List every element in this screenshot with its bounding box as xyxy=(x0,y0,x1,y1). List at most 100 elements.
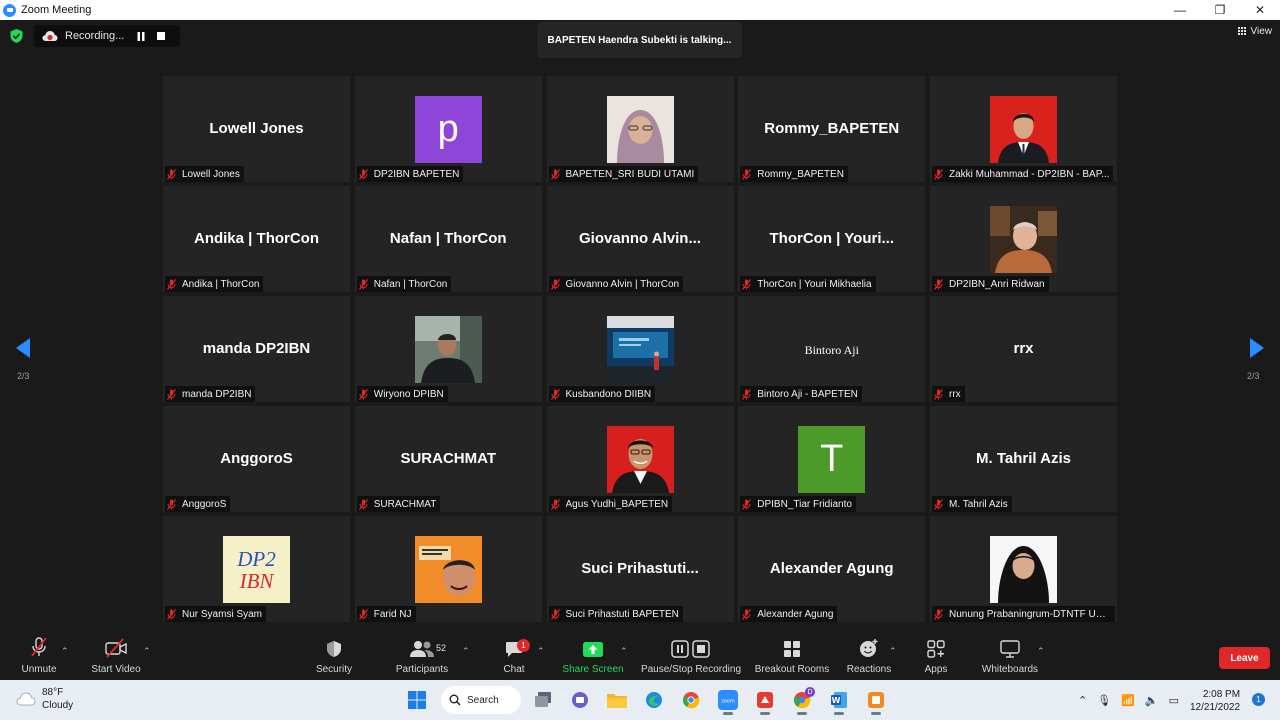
participant-display-name: Nafan | ThorCon xyxy=(389,230,507,247)
whiteboards-options-caret[interactable]: ⌃ xyxy=(1037,646,1045,657)
participant-tile[interactable]: DP2IBN_Anri Ridwan xyxy=(930,186,1117,292)
task-view-icon xyxy=(535,692,551,707)
participants-button[interactable]: Participants xyxy=(394,632,450,680)
muted-mic-icon xyxy=(742,388,752,400)
taskbar-clock[interactable]: 2:08 PM 12/21/2022 xyxy=(1190,688,1240,714)
participant-tile[interactable]: Wiryono DPIBN xyxy=(354,296,542,402)
participant-display-name: rrx xyxy=(1013,340,1034,357)
participant-tile[interactable]: DP2 IBN Nur Syamsi Syam xyxy=(163,516,350,622)
audio-options-caret[interactable]: ⌃ xyxy=(61,646,69,657)
maximize-button[interactable]: ❐ xyxy=(1200,0,1240,20)
task-view-button[interactable] xyxy=(526,684,560,716)
microphone-tray-icon[interactable]: 🎙 xyxy=(1097,694,1111,707)
show-hidden-icons-chevron-icon[interactable]: ⌃ xyxy=(1078,694,1087,707)
volume-icon[interactable]: 🔈 xyxy=(1145,694,1159,707)
avatar-letter: T xyxy=(820,438,844,480)
edge-browser-icon xyxy=(646,692,662,708)
temperature: 88°F xyxy=(42,687,64,698)
participant-tile[interactable]: Farid NJ xyxy=(354,516,542,622)
anydesk-app[interactable] xyxy=(748,684,782,716)
participant-tile[interactable]: p DP2IBN BAPETEN xyxy=(354,76,542,182)
participant-tile[interactable]: Bintoro Aji Bintoro Aji - BAPETEN xyxy=(738,296,926,402)
participant-tile[interactable]: Rommy_BAPETEN Rommy_BAPETEN xyxy=(738,76,926,182)
participant-tile[interactable]: AnggoroS AnggoroS xyxy=(163,406,350,512)
participant-display-name: Rommy_BAPETEN xyxy=(764,120,900,137)
muted-mic-icon xyxy=(934,388,943,400)
participant-photo xyxy=(606,426,674,493)
chrome-profile-app[interactable]: D xyxy=(785,684,819,716)
breakout-rooms-label: Breakout Rooms xyxy=(754,664,830,675)
participant-tile[interactable]: T DPIBN_Tiar Fridianto xyxy=(738,406,926,512)
participant-tile[interactable]: Suci Prihastuti... Suci Prihastuti BAPETE… xyxy=(546,516,734,622)
zoom-app[interactable]: zoom xyxy=(711,684,745,716)
apps-button[interactable]: Apps xyxy=(920,632,952,680)
whiteboards-button[interactable]: Whiteboards xyxy=(978,632,1042,680)
pause-stop-recording-button[interactable]: Pause/Stop Recording xyxy=(640,632,742,680)
participant-tile[interactable]: Andika | ThorCon Andika | ThorCon xyxy=(163,186,350,292)
pause-recording-button[interactable] xyxy=(131,26,151,46)
participant-tile[interactable]: Lowell Jones Lowell Jones xyxy=(163,76,350,182)
reactions-options-caret[interactable]: ⌃ xyxy=(889,646,897,657)
word-app[interactable]: W xyxy=(822,684,856,716)
participant-tile[interactable]: rrx rrx xyxy=(930,296,1117,402)
notification-badge[interactable]: 1 xyxy=(1252,693,1265,706)
meeting-toolbar: Unmute ⌃ Start Video ⌃ Security Particip… xyxy=(0,632,1280,680)
participant-name: Zakki Muhammad - DP2IBN - BAP... xyxy=(949,168,1110,180)
participant-tile[interactable]: Alexander Agung Alexander Agung xyxy=(738,516,926,622)
close-button[interactable]: ✕ xyxy=(1240,0,1280,20)
stop-recording-button[interactable] xyxy=(151,26,171,46)
participant-tile[interactable]: ThorCon | Youri... ThorCon | Youri Mikhae… xyxy=(738,186,926,292)
participant-tile[interactable]: Zakki Muhammad - DP2IBN - BAP... xyxy=(930,76,1117,182)
next-page-arrow-icon[interactable] xyxy=(1250,338,1264,358)
participant-tile[interactable]: Kusbandono DIIBN xyxy=(546,296,734,402)
previous-page-arrow-icon[interactable] xyxy=(16,338,30,358)
start-video-button[interactable]: Start Video xyxy=(88,632,144,680)
breakout-rooms-button[interactable]: Breakout Rooms xyxy=(754,632,830,680)
participant-tile[interactable]: Giovanno Alvin... Giovanno Alvin | ThorCo… xyxy=(546,186,734,292)
participant-tile[interactable]: Agus Yudhi_BAPETEN xyxy=(546,406,734,512)
share-screen-button[interactable]: Share Screen xyxy=(562,632,624,680)
taskbar-search[interactable]: Search xyxy=(441,686,521,714)
participant-display-name: Alexander Agung xyxy=(769,560,894,577)
participant-tile[interactable]: Nunung Prabaningrum-DTNTF UG... xyxy=(930,516,1117,622)
chat-options-caret[interactable]: ⌃ xyxy=(537,646,545,657)
active-speaker-banner: BAPETEN Haendra Subekti is talking... xyxy=(537,22,742,58)
chrome-app[interactable] xyxy=(674,684,708,716)
participant-tile[interactable]: Nafan | ThorCon Nafan | ThorCon xyxy=(354,186,542,292)
participant-nameplate: DPIBN_Tiar Fridianto xyxy=(740,496,856,512)
pause-icon xyxy=(137,31,145,41)
view-button[interactable]: View xyxy=(1237,26,1272,37)
security-button[interactable]: Security xyxy=(314,632,354,680)
file-explorer-app[interactable] xyxy=(600,684,634,716)
muted-mic-icon xyxy=(934,498,943,510)
participant-name: ThorCon | Youri Mikhaelia xyxy=(757,278,872,290)
muted-mic-icon xyxy=(742,278,752,290)
leave-button[interactable]: Leave xyxy=(1219,647,1270,669)
muted-mic-icon xyxy=(31,637,47,657)
participant-nameplate: Nunung Prabaningrum-DTNTF UG... xyxy=(932,606,1115,622)
participant-tile[interactable]: BAPETEN_SRI BUDI UTAMI xyxy=(546,76,734,182)
shield-icon[interactable] xyxy=(10,29,23,43)
participant-name: Lowell Jones xyxy=(182,168,240,180)
participant-tile[interactable]: M. Tahril Azis M. Tahril Azis xyxy=(930,406,1117,512)
battery-icon[interactable]: ▭ xyxy=(1169,694,1179,707)
share-options-caret[interactable]: ⌃ xyxy=(620,646,628,657)
weather-widget[interactable]: 88°F Cloudy xyxy=(16,686,73,712)
participant-nameplate: rrx xyxy=(932,386,965,402)
reactions-button[interactable]: Reactions xyxy=(846,632,892,680)
participant-tile[interactable]: manda DP2IBN manda DP2IBN xyxy=(163,296,350,402)
participants-options-caret[interactable]: ⌃ xyxy=(462,646,470,657)
teams-chat-app[interactable] xyxy=(563,684,597,716)
video-off-icon xyxy=(105,638,127,658)
start-button[interactable] xyxy=(400,684,434,716)
wifi-icon[interactable]: 📶 xyxy=(1121,694,1135,707)
office-app[interactable] xyxy=(859,684,893,716)
participant-nameplate: manda DP2IBN xyxy=(165,386,256,402)
pause-stop-recording-label: Pause/Stop Recording xyxy=(640,664,742,675)
share-screen-icon xyxy=(583,642,603,657)
minimize-button[interactable]: — xyxy=(1160,0,1200,20)
video-options-caret[interactable]: ⌃ xyxy=(143,646,151,657)
participant-tile[interactable]: SURACHMAT SURACHMAT xyxy=(354,406,542,512)
edge-app[interactable] xyxy=(637,684,671,716)
unmute-button[interactable]: Unmute xyxy=(19,632,59,680)
